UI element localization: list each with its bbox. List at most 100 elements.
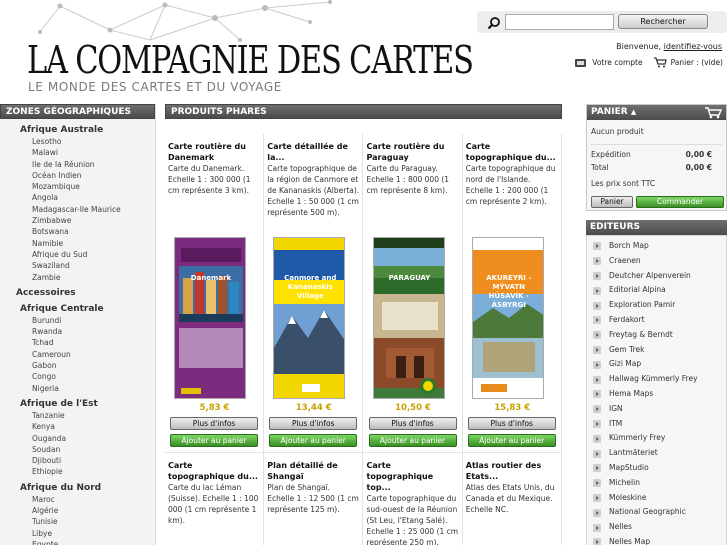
country-item[interactable]: Lesotho: [20, 136, 155, 147]
country-item[interactable]: Ethiopie: [20, 466, 155, 477]
country-item[interactable]: Djibouti: [20, 455, 155, 466]
more-info-button[interactable]: Plus d'infos: [467, 417, 556, 430]
country-item[interactable]: Congo: [20, 371, 155, 382]
cart-link[interactable]: Panier : (vide): [671, 58, 723, 67]
search-input[interactable]: [505, 14, 614, 30]
publisher-item[interactable]: Kümmerly Frey: [587, 431, 726, 446]
country-item[interactable]: Ile de la Réunion: [20, 159, 155, 170]
publisher-item[interactable]: IGN: [587, 402, 726, 417]
country-item[interactable]: Océan Indien: [20, 170, 155, 181]
more-info-button[interactable]: Plus d'infos: [269, 417, 358, 430]
publisher-item[interactable]: Nelles Map: [587, 535, 726, 545]
publisher-item[interactable]: Ferdakort: [587, 313, 726, 328]
country-item[interactable]: Algérie: [20, 505, 155, 516]
publisher-item[interactable]: Nelles: [587, 520, 726, 535]
product-title[interactable]: Carte routière du Danemark: [165, 141, 263, 163]
more-info-button[interactable]: Plus d'infos: [170, 417, 258, 430]
country-item[interactable]: Gabon: [20, 360, 155, 371]
country-item[interactable]: Angola: [20, 192, 155, 203]
publisher-item[interactable]: Lantmäteriet: [587, 446, 726, 461]
product-title[interactable]: Atlas routier des Etats...: [463, 460, 561, 482]
publisher-item[interactable]: Gem Trek: [587, 343, 726, 358]
country-item[interactable]: Zambie: [20, 272, 155, 283]
featured-products: PRODUITS PHARES Carte routière du Danema…: [165, 104, 562, 545]
country-item[interactable]: Kenya: [20, 421, 155, 432]
publisher-item[interactable]: Exploration Pamir: [587, 298, 726, 313]
arrow-right-icon: [593, 449, 601, 458]
country-item[interactable]: Botswana: [20, 226, 155, 237]
country-item[interactable]: Swaziland: [20, 260, 155, 271]
caret-up-icon[interactable]: ▲: [631, 108, 636, 116]
publisher-item[interactable]: Michelin: [587, 476, 726, 491]
country-item[interactable]: Nigeria: [20, 383, 155, 394]
publisher-item[interactable]: Hema Maps: [587, 387, 726, 402]
publisher-name: Freytag & Berndt: [609, 329, 673, 339]
add-to-cart-button[interactable]: Ajouter au panier: [467, 434, 556, 447]
country-item[interactable]: Malawi: [20, 147, 155, 158]
add-to-cart-button[interactable]: Ajouter au panier: [269, 434, 358, 447]
region-1[interactable]: Accessoires: [16, 288, 155, 299]
country-item[interactable]: Tunisie: [20, 516, 155, 527]
site-logo-title[interactable]: LA COMPAGNIE DES CARTES: [27, 38, 474, 82]
product-cover-image[interactable]: Canmore and Kananaskis Village: [273, 237, 346, 399]
welcome-text: Bienvenue,: [616, 42, 662, 51]
product-title[interactable]: Carte topographique du...: [165, 460, 263, 482]
country-item[interactable]: Zimbabwe: [20, 215, 155, 226]
cart-empty-line: Aucun produit: [587, 125, 726, 138]
publisher-name: Craenen: [609, 255, 641, 265]
order-button[interactable]: Commander: [636, 196, 724, 208]
publisher-item[interactable]: MapStudio: [587, 461, 726, 476]
country-item[interactable]: Rwanda: [20, 326, 155, 337]
region-2[interactable]: Afrique Centrale: [20, 304, 155, 315]
publisher-name: Gem Trek: [609, 344, 645, 354]
publisher-item[interactable]: Deutcher Alpenverein: [587, 269, 726, 284]
publishers-list: Borch Map Craenen Deutcher Alpenverein Edit…: [586, 235, 727, 545]
country-item[interactable]: Cameroun: [20, 349, 155, 360]
country-item[interactable]: Egypte: [20, 539, 155, 545]
product-cover-image[interactable]: Danemark: [174, 237, 246, 399]
publisher-name: Borch Map: [609, 241, 649, 250]
more-info-button[interactable]: Plus d'infos: [368, 417, 457, 430]
product-title[interactable]: Carte détaillée de la...: [264, 141, 362, 163]
add-to-cart-button[interactable]: Ajouter au panier: [368, 434, 457, 447]
region-3[interactable]: Afrique de l'Est: [20, 399, 155, 410]
publisher-item[interactable]: Gizi Map: [587, 357, 726, 372]
cart-button[interactable]: Panier: [591, 196, 633, 208]
country-item[interactable]: Tchad: [20, 337, 155, 348]
publisher-item[interactable]: Freytag & Berndt: [587, 328, 726, 343]
add-to-cart-button[interactable]: Ajouter au panier: [170, 434, 258, 447]
country-item[interactable]: Maroc: [20, 494, 155, 505]
product-title[interactable]: Carte topographique du...: [463, 141, 561, 163]
country-item[interactable]: Soudan: [20, 444, 155, 455]
country-item[interactable]: Mozambique: [20, 181, 155, 192]
total-value: 0,00 €: [685, 163, 712, 172]
publisher-item[interactable]: Borch Map: [587, 239, 726, 254]
publisher-item[interactable]: Hallwag Kümmerly Frey: [587, 372, 726, 387]
publisher-item[interactable]: Moleskine: [587, 491, 726, 506]
country-item[interactable]: Libye: [20, 528, 155, 539]
product-card: Atlas routier des Etats... Atlas des Etat…: [463, 453, 562, 545]
product-card: Carte routière du Paraguay Carte du Parag…: [364, 134, 463, 456]
publisher-item[interactable]: National Geographic: [587, 505, 726, 520]
product-title[interactable]: Carte topographique top...: [364, 460, 462, 493]
product-cover-image[interactable]: AKUREYRI - MÝVATN HÚSAVÍK - ÁSBYRGI: [471, 237, 544, 399]
product-cover-image[interactable]: PARAGUAY: [372, 237, 445, 399]
product-title[interactable]: Plan détaillé de Shangaï: [264, 460, 362, 482]
country-item[interactable]: Burundi: [20, 315, 155, 326]
country-item[interactable]: Namibie: [20, 238, 155, 249]
region-0[interactable]: Afrique Australe: [20, 125, 155, 136]
login-link[interactable]: identifiez-vous: [664, 42, 722, 51]
region-4[interactable]: Afrique du Nord: [20, 483, 155, 494]
country-item[interactable]: Ouganda: [20, 433, 155, 444]
account-link[interactable]: Votre compte: [592, 58, 642, 67]
country-item[interactable]: Afrique du Sud: [20, 249, 155, 260]
arrow-right-icon: [593, 316, 601, 325]
country-item[interactable]: Tanzanie: [20, 410, 155, 421]
publisher-item[interactable]: Craenen: [587, 254, 726, 269]
product-title[interactable]: Carte routière du Paraguay: [364, 141, 462, 163]
publisher-name: Moleskine: [609, 492, 647, 502]
search-button[interactable]: Rechercher: [618, 14, 708, 29]
country-item[interactable]: Madagascar-Ile Maurice: [20, 204, 155, 215]
publisher-item[interactable]: Editorial Alpina: [587, 283, 726, 298]
publisher-item[interactable]: ITM: [587, 417, 726, 432]
